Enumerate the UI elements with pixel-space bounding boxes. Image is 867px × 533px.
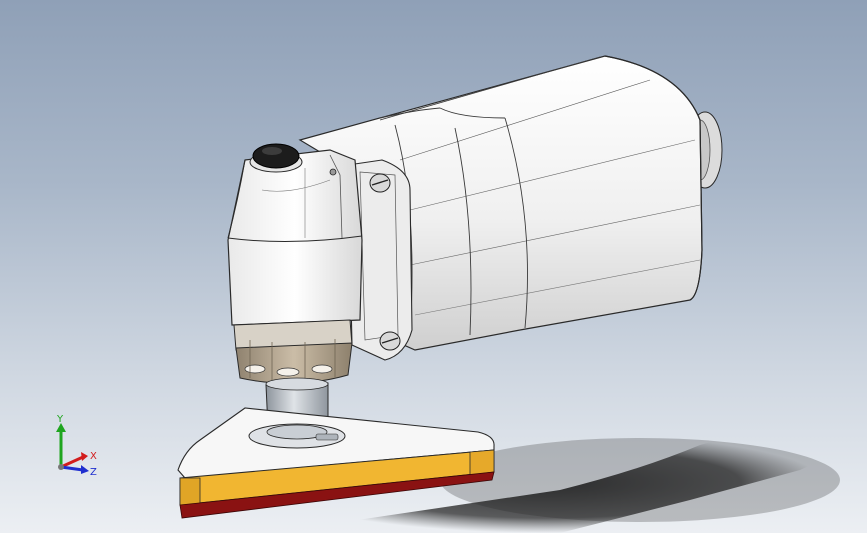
coordinate-triad: Y X Z [48,412,108,482]
z-axis [60,465,84,472]
x-axis [60,455,84,469]
origin-icon [58,464,64,470]
x-label: X [90,451,97,462]
z-arrow-icon [81,465,89,474]
3d-viewport[interactable]: Y X Z [0,0,867,533]
z-label: Z [90,467,97,478]
gear-head [227,149,363,326]
ground-shadow-soft [440,438,840,522]
x-arrow-icon [81,452,88,461]
screw-upper [369,173,391,193]
top-cap [249,143,303,173]
sander-model[interactable] [0,0,867,533]
collar-ring [233,319,353,384]
screw-lower [379,331,401,351]
y-label: Y [56,414,64,425]
sanding-pad [177,407,495,519]
